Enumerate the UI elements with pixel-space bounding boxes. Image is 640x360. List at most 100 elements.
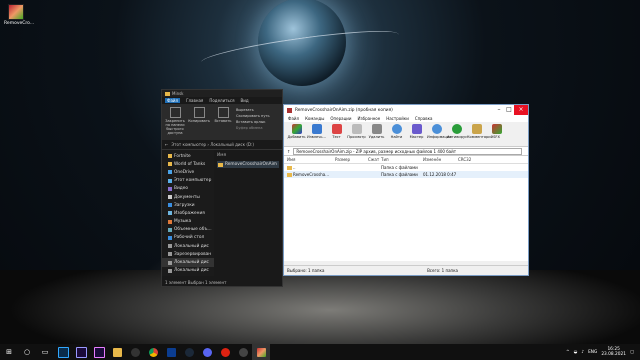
up-folder-icon[interactable]: ↑ (287, 149, 290, 154)
delete-button[interactable]: Удалить (367, 123, 386, 139)
menu-commands[interactable]: Команды (305, 116, 324, 121)
nav-item-reserved[interactable]: Зарезервирован (162, 250, 214, 258)
toolbar: Добавить Извлечь... Тест Просмотр Удалит… (284, 122, 528, 147)
nav-item-desktop[interactable]: Рабочий стол (162, 234, 214, 242)
wizard-button[interactable]: Мастер (407, 123, 426, 139)
discord-icon (202, 347, 212, 357)
taskbar-app-vegas[interactable] (162, 344, 180, 360)
taskbar-app-steam[interactable] (180, 344, 198, 360)
winrar-window[interactable]: RemoveCrosshairOnAim.zip (пробная копия)… (283, 104, 529, 276)
video-icon (168, 186, 172, 191)
paste-button[interactable]: Вставить (212, 106, 234, 140)
explorer-window[interactable]: Minsk Файл Главная Поделиться Вид Закреп… (161, 89, 283, 287)
paste-shortcut-button[interactable]: Вставить ярлык (236, 120, 280, 124)
tray-chevron-icon[interactable]: ^ (566, 350, 570, 355)
menu-help[interactable]: Справка (415, 116, 433, 121)
volume-icon[interactable]: ♪ (581, 350, 584, 355)
taskbar-app-winrar[interactable] (252, 344, 270, 360)
media-player-icon (238, 347, 248, 357)
view-button[interactable]: Просмотр (347, 123, 366, 139)
cell-type: Папка с файлами (381, 172, 418, 177)
tab-share[interactable]: Поделиться (209, 98, 234, 103)
close-button[interactable]: × (514, 105, 528, 115)
menu-settings[interactable]: Настройки (386, 116, 409, 121)
ribbon-tabs: Файл Главная Поделиться Вид (162, 97, 282, 104)
taskbar-app-ps[interactable] (54, 344, 72, 360)
nav-item-downloads[interactable]: Загрузки (162, 201, 214, 209)
copy-button[interactable]: Копировать (188, 106, 210, 140)
add-button[interactable]: Добавить (287, 123, 306, 139)
col-size[interactable]: Размер (335, 157, 368, 162)
cut-button[interactable]: Вырезать (236, 108, 280, 112)
nav-item-onedrive[interactable]: OneDrive (162, 168, 214, 176)
col-type[interactable]: Тип (381, 157, 423, 162)
taskbar-app-media[interactable] (234, 344, 252, 360)
nav-item-disk-d[interactable]: Локальный дис (162, 258, 214, 267)
network-icon[interactable]: ◒ (574, 350, 578, 355)
nav-item-video[interactable]: Видео (162, 185, 214, 193)
col-name[interactable]: Имя (287, 157, 335, 162)
taskbar-app-explorer[interactable] (108, 344, 126, 360)
nav-item-documents[interactable]: Документы (162, 193, 214, 201)
toolbar-label: Просмотр (347, 135, 366, 139)
cell-type: Папка с файлами (381, 165, 418, 170)
drive-icon (168, 252, 172, 257)
explorer-title: Minsk (172, 91, 184, 96)
copy-path-button[interactable]: Скопировать путь (236, 114, 280, 118)
nav-item-this-pc[interactable]: Этот компьютер (162, 177, 214, 185)
winrar-archive-icon (8, 4, 24, 20)
table-row[interactable]: .. Папка с файлами (284, 164, 528, 171)
find-button[interactable]: Найти (387, 123, 406, 139)
tab-home[interactable]: Главная (186, 98, 203, 103)
taskbar-app-obs[interactable] (126, 344, 144, 360)
tab-file[interactable]: Файл (165, 98, 181, 103)
taskbar-app-opera[interactable] (216, 344, 234, 360)
nav-item-images[interactable]: Изображения (162, 209, 214, 217)
antivirus-button[interactable]: Антивирус (447, 123, 467, 139)
taskbar-app-ae[interactable] (72, 344, 90, 360)
table-row[interactable]: RemoveCrossha... Папка с файлами 01.12.2… (284, 171, 528, 178)
desktop-icon-winrar[interactable]: RemoveCro... (4, 4, 34, 26)
pin-button[interactable]: Закрепить на панели быстрого доступа (164, 106, 186, 140)
task-view-button[interactable]: ▭ (36, 344, 54, 360)
notifications-icon[interactable]: ▢ (630, 350, 634, 355)
explorer-titlebar[interactable]: Minsk (162, 90, 282, 97)
menu-favorites[interactable]: Избранное (358, 116, 381, 121)
minimize-button[interactable]: – (494, 105, 504, 115)
archive-path[interactable]: RemoveCrosshairOnAim.zip - ZIP архив, ра… (293, 147, 522, 155)
taskbar-app-chrome[interactable] (144, 344, 162, 360)
back-arrow-icon[interactable]: ← (165, 142, 168, 147)
search-button[interactable]: ○ (18, 344, 36, 360)
chrome-icon (148, 347, 158, 357)
menu-file[interactable]: Файл (288, 116, 299, 121)
language-indicator[interactable]: ENG (588, 350, 597, 355)
clock[interactable]: 16:25 23.08.2021 (601, 347, 626, 357)
comment-button[interactable]: Комментарий (467, 123, 493, 139)
info-button[interactable]: Информация (427, 123, 451, 139)
address-bar[interactable]: ← Этот компьютер › Локальный диск (D:) (162, 140, 282, 150)
column-header-name[interactable]: Имя (217, 153, 279, 158)
maximize-button[interactable]: □ (504, 105, 514, 115)
sfx-button[interactable]: SFX (487, 123, 506, 139)
test-button[interactable]: Тест (327, 123, 346, 139)
music-icon (168, 219, 172, 224)
nav-item-disk-c[interactable]: Локальный дис (162, 242, 214, 250)
col-modified[interactable]: Изменён (423, 157, 458, 162)
extract-button[interactable]: Извлечь... (307, 123, 326, 139)
list-item[interactable]: RemoveCrosshairOnAim (217, 161, 279, 168)
winrar-titlebar[interactable]: RemoveCrosshairOnAim.zip (пробная копия)… (284, 105, 528, 115)
col-crc[interactable]: CRC32 (458, 157, 478, 162)
nav-item-music[interactable]: Музыка (162, 218, 214, 226)
menu-operations[interactable]: Операции (330, 116, 351, 121)
taskbar-app-discord[interactable] (198, 344, 216, 360)
nav-item-disk-e[interactable]: Локальный дис (162, 267, 214, 275)
tab-view[interactable]: Вид (240, 98, 248, 103)
col-packed[interactable]: Сжат (368, 157, 381, 162)
nav-item-fortnite[interactable]: Fortnite (162, 152, 214, 160)
taskbar-app-pr[interactable] (90, 344, 108, 360)
nav-item-3d[interactable]: Объемные объ... (162, 226, 214, 234)
nav-item-wot[interactable]: World of Tanks (162, 160, 214, 168)
pin-icon (169, 107, 181, 118)
cell-name: .. (293, 165, 296, 170)
start-button[interactable]: ⊞ (0, 344, 18, 360)
